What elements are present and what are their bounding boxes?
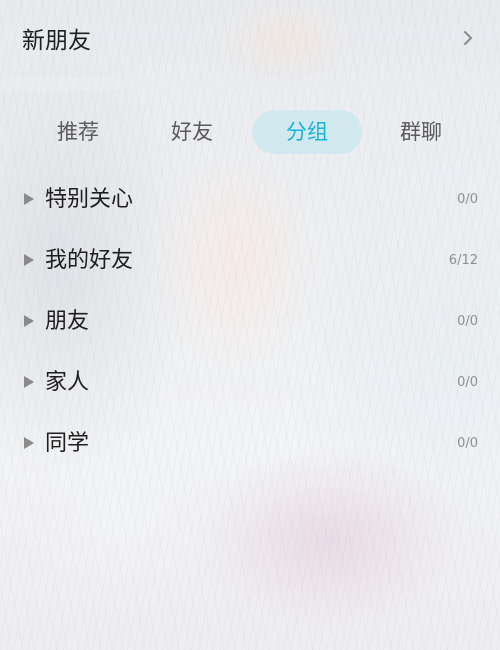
group-name: 我的好友 <box>45 248 134 273</box>
group-row-my-friends[interactable]: 我的好友 6/12 <box>0 235 500 287</box>
new-friends-row[interactable]: 新朋友 <box>0 0 500 76</box>
group-name: 同学 <box>45 431 90 456</box>
group-row-classmates[interactable]: 同学 0/0 <box>0 418 500 470</box>
triangle-right-icon <box>24 315 34 327</box>
chevron-right-icon <box>460 30 476 46</box>
group-online-count: 0/0 <box>457 192 478 207</box>
group-name: 特别关心 <box>45 187 134 212</box>
tab-recommend[interactable]: 推荐 <box>38 110 118 154</box>
new-friends-label: 新朋友 <box>22 28 91 54</box>
group-row-special-care[interactable]: 特别关心 0/0 <box>0 174 500 226</box>
section-divider <box>0 78 500 90</box>
contacts-screen: 新朋友 推荐 好友 分组 群聊 特别关心 0/0 我的好友 6/12 朋友 0/… <box>0 0 500 650</box>
group-name: 朋友 <box>45 309 90 334</box>
triangle-right-icon <box>24 437 34 449</box>
group-online-count: 0/0 <box>457 314 478 329</box>
tab-groups[interactable]: 分组 <box>252 110 362 154</box>
triangle-right-icon <box>24 376 34 388</box>
triangle-right-icon <box>24 254 34 266</box>
tab-group-chats[interactable]: 群聊 <box>381 110 461 154</box>
group-row-family[interactable]: 家人 0/0 <box>0 357 500 409</box>
group-name: 家人 <box>45 370 90 395</box>
group-online-count: 0/0 <box>457 375 478 390</box>
group-online-count: 6/12 <box>448 253 478 268</box>
tab-friends[interactable]: 好友 <box>152 110 232 154</box>
group-online-count: 0/0 <box>457 436 478 451</box>
group-row-friends[interactable]: 朋友 0/0 <box>0 296 500 348</box>
contact-tabs: 推荐 好友 分组 群聊 <box>0 110 500 154</box>
triangle-right-icon <box>24 193 34 205</box>
